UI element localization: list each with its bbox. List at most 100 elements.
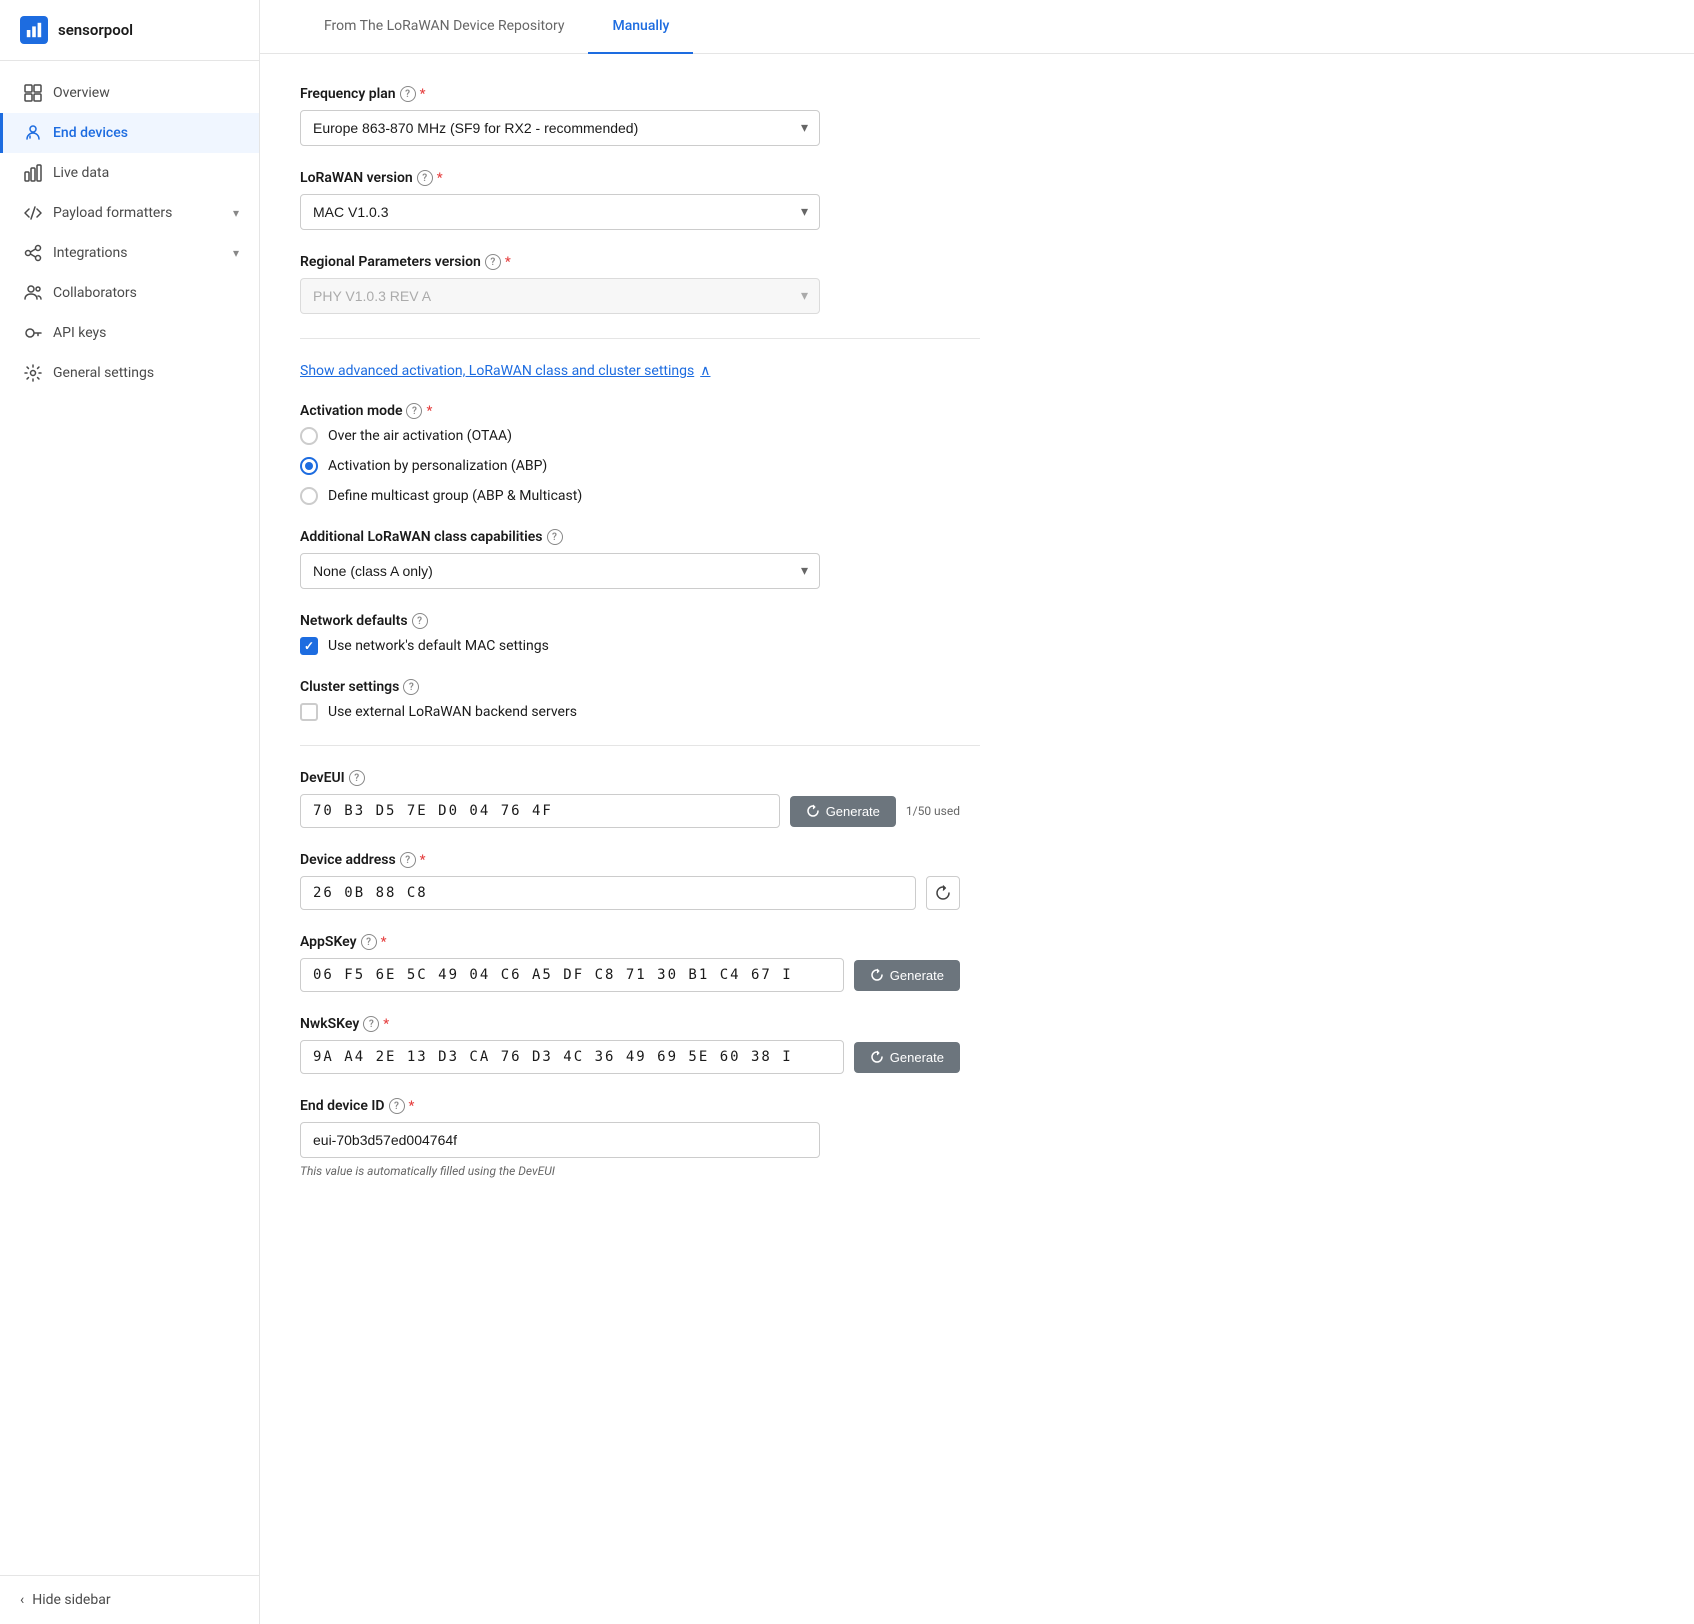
apps-key-label: AppSKey ? * — [300, 934, 980, 950]
sidebar-item-integrations[interactable]: Integrations ▾ — [0, 233, 259, 273]
sidebar-item-live-data[interactable]: Live data — [0, 153, 259, 193]
checkmark-icon: ✓ — [304, 639, 314, 653]
activation-mode-help-icon[interactable]: ? — [406, 403, 422, 419]
device-address-refresh-button[interactable] — [926, 876, 960, 910]
dev-eui-field-wrapper: 70 B3 D5 7E D0 04 76 4F Generate 1/50 us… — [300, 794, 960, 828]
refresh-small-icon-3 — [870, 1050, 884, 1064]
activation-mode-radio-group: Over the air activation (OTAA) Activatio… — [300, 427, 980, 505]
radio-otaa-label: Over the air activation (OTAA) — [328, 428, 512, 444]
end-device-id-help-icon[interactable]: ? — [389, 1098, 405, 1114]
network-defaults-checkbox-box: ✓ — [300, 637, 318, 655]
divider-2 — [300, 745, 980, 746]
sidebar-item-collaborators[interactable]: Collaborators — [0, 273, 259, 313]
regional-params-required: * — [505, 255, 511, 270]
apps-key-help-icon[interactable]: ? — [361, 934, 377, 950]
dev-eui-section: DevEUI ? 70 B3 D5 7E D0 04 76 4F Generat… — [300, 770, 980, 828]
tab-bar: From The LoRaWAN Device Repository Manua… — [260, 0, 1694, 54]
apps-key-generate-button[interactable]: Generate — [854, 960, 960, 991]
grid-icon — [23, 83, 43, 103]
cluster-settings-help-icon[interactable]: ? — [403, 679, 419, 695]
dev-eui-field[interactable]: 70 B3 D5 7E D0 04 76 4F — [300, 794, 780, 828]
radio-otaa-circle — [300, 427, 318, 445]
lorawan-class-select-wrapper: None (class A only) — [300, 553, 820, 589]
radio-otaa[interactable]: Over the air activation (OTAA) — [300, 427, 980, 445]
dev-eui-label: DevEUI ? — [300, 770, 980, 786]
device-address-help-icon[interactable]: ? — [400, 852, 416, 868]
settings-icon — [23, 363, 43, 383]
nwks-key-help-icon[interactable]: ? — [363, 1016, 379, 1032]
end-device-id-input[interactable] — [300, 1122, 820, 1158]
frequency-plan-required: * — [420, 87, 426, 102]
dev-eui-used-badge: 1/50 used — [906, 804, 960, 818]
radio-multicast-label: Define multicast group (ABP & Multicast) — [328, 488, 582, 504]
hide-sidebar-button[interactable]: ‹ Hide sidebar — [0, 1575, 259, 1624]
nwks-key-generate-button[interactable]: Generate — [854, 1042, 960, 1073]
network-defaults-checkbox[interactable]: ✓ Use network's default MAC settings — [300, 637, 980, 655]
device-address-field[interactable]: 26 0B 88 C8 — [300, 876, 916, 910]
activation-mode-required: * — [426, 404, 432, 419]
sidebar-item-general-settings[interactable]: General settings — [0, 353, 259, 393]
chevron-down-icon: ▾ — [233, 206, 239, 220]
apps-key-value: 06 F5 6E 5C 49 04 C6 A5 DF C8 71 30 B1 C… — [313, 967, 793, 983]
apps-key-field[interactable]: 06 F5 6E 5C 49 04 C6 A5 DF C8 71 30 B1 C… — [300, 958, 844, 992]
app-logo — [20, 16, 48, 44]
main-content: From The LoRaWAN Device Repository Manua… — [260, 0, 1694, 1624]
frequency-plan-section: Frequency plan ? * Europe 863-870 MHz (S… — [300, 86, 980, 146]
advanced-link[interactable]: Show advanced activation, LoRaWAN class … — [300, 363, 710, 379]
nwks-key-section: NwkSKey ? * 9A A4 2E 13 D3 CA 76 D3 4C 3… — [300, 1016, 980, 1074]
lorawan-version-select-wrapper: MAC V1.0.3 — [300, 194, 820, 230]
form-area: Frequency plan ? * Europe 863-870 MHz (S… — [260, 86, 1020, 1242]
lorawan-version-required: * — [437, 171, 443, 186]
dev-eui-help-icon[interactable]: ? — [349, 770, 365, 786]
apps-key-section: AppSKey ? * 06 F5 6E 5C 49 04 C6 A5 DF C… — [300, 934, 980, 992]
apps-key-required: * — [381, 935, 387, 950]
radio-multicast-circle — [300, 487, 318, 505]
sidebar: sensorpool Overview — [0, 0, 260, 1624]
apps-key-field-wrapper: 06 F5 6E 5C 49 04 C6 A5 DF C8 71 30 B1 C… — [300, 958, 960, 992]
sidebar-item-end-devices[interactable]: End devices — [0, 113, 259, 153]
sidebar-item-overview-label: Overview — [53, 85, 110, 101]
sidebar-item-general-settings-label: General settings — [53, 365, 154, 381]
cluster-settings-label: Cluster settings ? — [300, 679, 980, 695]
lorawan-version-label: LoRaWAN version ? * — [300, 170, 980, 186]
chevron-up-icon: ∧ — [700, 363, 710, 379]
sidebar-item-payload-formatters[interactable]: Payload formatters ▾ — [0, 193, 259, 233]
cluster-settings-checkbox[interactable]: Use external LoRaWAN backend servers — [300, 703, 980, 721]
tab-manually[interactable]: Manually — [588, 0, 693, 54]
chevron-left-icon: ‹ — [20, 1592, 24, 1608]
frequency-plan-label: Frequency plan ? * — [300, 86, 980, 102]
nwks-key-field[interactable]: 9A A4 2E 13 D3 CA 76 D3 4C 36 49 69 5E 6… — [300, 1040, 844, 1074]
tab-from-repo[interactable]: From The LoRaWAN Device Repository — [300, 0, 588, 54]
sidebar-nav: Overview End devices Live — [0, 61, 259, 1575]
lorawan-version-help-icon[interactable]: ? — [417, 170, 433, 186]
lorawan-class-help-icon[interactable]: ? — [547, 529, 563, 545]
radio-abp[interactable]: Activation by personalization (ABP) — [300, 457, 980, 475]
lorawan-class-section: Additional LoRaWAN class capabilities ? … — [300, 529, 980, 589]
cluster-settings-checkbox-box — [300, 703, 318, 721]
lorawan-version-select[interactable]: MAC V1.0.3 — [300, 194, 820, 230]
device-address-section: Device address ? * 26 0B 88 C8 — [300, 852, 980, 910]
frequency-plan-help-icon[interactable]: ? — [400, 86, 416, 102]
frequency-plan-select[interactable]: Europe 863-870 MHz (SF9 for RX2 - recomm… — [300, 110, 820, 146]
sidebar-item-overview[interactable]: Overview — [0, 73, 259, 113]
nwks-key-value: 9A A4 2E 13 D3 CA 76 D3 4C 36 49 69 5E 6… — [313, 1049, 793, 1065]
regional-params-help-icon[interactable]: ? — [485, 254, 501, 270]
radio-multicast[interactable]: Define multicast group (ABP & Multicast) — [300, 487, 980, 505]
app-name: sensorpool — [58, 21, 133, 39]
network-defaults-section: Network defaults ? ✓ Use network's defau… — [300, 613, 980, 655]
end-device-id-required: * — [409, 1099, 415, 1114]
device-address-required: * — [420, 853, 426, 868]
regional-params-select: PHY V1.0.3 REV A — [300, 278, 820, 314]
cluster-settings-checkbox-label: Use external LoRaWAN backend servers — [328, 704, 577, 720]
lorawan-class-select[interactable]: None (class A only) — [300, 553, 820, 589]
dev-eui-generate-button[interactable]: Generate — [790, 796, 896, 827]
sidebar-item-api-keys[interactable]: API keys — [0, 313, 259, 353]
lorawan-class-label: Additional LoRaWAN class capabilities ? — [300, 529, 980, 545]
people-icon — [23, 283, 43, 303]
code-icon — [23, 203, 43, 223]
devices-icon — [23, 123, 43, 143]
network-defaults-help-icon[interactable]: ? — [412, 613, 428, 629]
device-address-value: 26 0B 88 C8 — [313, 885, 428, 901]
regional-params-label: Regional Parameters version ? * — [300, 254, 980, 270]
sidebar-item-collaborators-label: Collaborators — [53, 285, 137, 301]
